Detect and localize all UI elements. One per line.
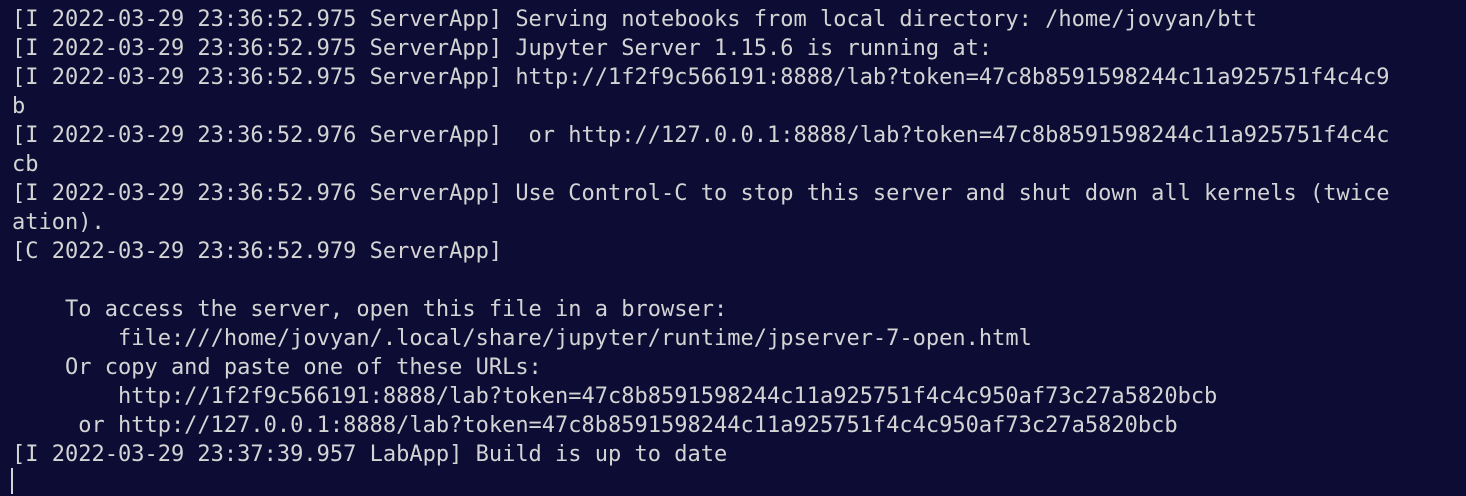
terminal-line: Or copy and paste one of these URLs:	[12, 355, 542, 380]
terminal-line: ation).	[12, 210, 105, 235]
terminal-line: or http://127.0.0.1:8888/lab?token=47c8b…	[12, 413, 1178, 438]
terminal-line: [I 2022-03-29 23:36:52.976 ServerApp] Us…	[12, 181, 1390, 206]
terminal-line: [I 2022-03-29 23:37:39.957 LabApp] Build…	[12, 442, 728, 467]
terminal-line: http://1f2f9c566191:8888/lab?token=47c8b…	[12, 384, 1218, 409]
terminal-line: b	[12, 94, 26, 119]
terminal-line: [I 2022-03-29 23:36:52.975 ServerApp] Ju…	[12, 36, 993, 61]
terminal-window[interactable]: [I 2022-03-29 23:36:52.975 ServerApp] Se…	[0, 0, 1466, 496]
terminal-line: [I 2022-03-29 23:36:52.975 ServerApp] ht…	[12, 65, 1390, 90]
terminal-line: [I 2022-03-29 23:36:52.975 ServerApp] Se…	[12, 7, 1258, 32]
terminal-line: cb	[12, 152, 39, 177]
terminal-line: [I 2022-03-29 23:36:52.976 ServerApp] or…	[12, 123, 1390, 148]
text-cursor	[11, 468, 13, 494]
terminal-line: To access the server, open this file in …	[12, 297, 728, 322]
terminal-line: file:///home/jovyan/.local/share/jupyter…	[12, 326, 1032, 351]
terminal-line: [C 2022-03-29 23:36:52.979 ServerApp]	[12, 239, 503, 264]
